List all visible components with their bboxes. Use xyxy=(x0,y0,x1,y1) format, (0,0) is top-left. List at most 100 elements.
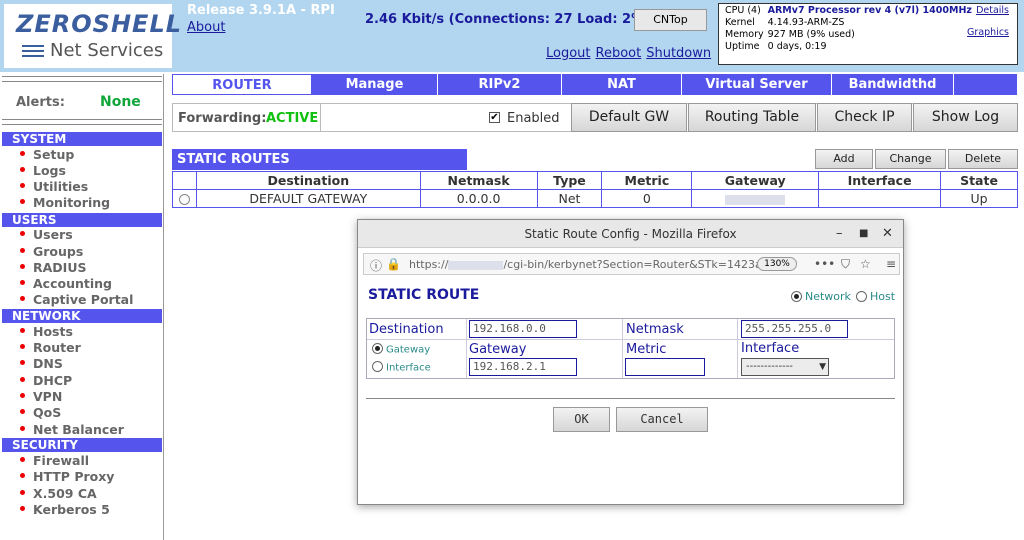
column-header[interactable]: Metric xyxy=(601,171,693,190)
interface-select[interactable]: ------------- ▼ xyxy=(741,358,829,376)
lock-warning-icon[interactable]: 🔒 xyxy=(386,257,401,271)
network-radio[interactable]: Network xyxy=(791,290,851,303)
sidebar-item-logs[interactable]: Logs xyxy=(20,164,66,178)
column-header[interactable]: Type xyxy=(536,171,603,190)
tab-router[interactable]: ROUTER xyxy=(172,74,312,95)
window-titlebar[interactable]: Static Route Config - Mozilla Firefox – … xyxy=(358,220,903,248)
more-icon[interactable]: ••• xyxy=(814,257,835,271)
interface-select-value: ------------- xyxy=(746,361,793,372)
sidebar-item-dns[interactable]: DNS xyxy=(20,357,63,371)
sidebar-item-firewall[interactable]: Firewall xyxy=(20,454,89,468)
sidebar-item-http-proxy[interactable]: HTTP Proxy xyxy=(20,470,114,484)
minimize-icon[interactable]: – xyxy=(836,226,843,241)
close-icon[interactable]: ✕ xyxy=(882,226,893,241)
tab-nat[interactable]: NAT xyxy=(562,74,682,95)
divider xyxy=(2,81,162,82)
zoom-level[interactable]: 130% xyxy=(757,257,797,271)
logo-subtitle: Net Services xyxy=(50,40,164,61)
gateway-radio[interactable]: Gateway xyxy=(372,343,430,356)
sidebar-item-hosts[interactable]: Hosts xyxy=(20,325,73,339)
kernel-label: Kernel xyxy=(725,17,755,28)
tab-bandwidthd[interactable]: Bandwidthd xyxy=(832,74,954,95)
url-path: /cgi-bin/kerbynet?Section=Router&STk=142… xyxy=(503,258,790,271)
routing-table-button[interactable]: Routing Table xyxy=(688,103,816,132)
header-bar: ZEROSHELL Net Services Release 3.9.1A - … xyxy=(0,0,1024,72)
about-link[interactable]: About xyxy=(187,20,225,35)
tab-virtual-server[interactable]: Virtual Server xyxy=(682,74,832,95)
info-icon[interactable]: ⓘ xyxy=(370,257,382,274)
netmask-input[interactable]: 255.255.255.0 xyxy=(741,320,848,338)
forwarding-status: ACTIVE xyxy=(266,111,319,126)
cntop-button[interactable]: CNTop xyxy=(634,9,707,31)
bookmark-star-icon[interactable]: ☆ xyxy=(860,257,871,271)
sidebar-item-radius[interactable]: RADIUS xyxy=(20,261,86,275)
sidebar-item-utilities[interactable]: Utilities xyxy=(20,180,88,194)
forwarding-label: Forwarding: xyxy=(178,111,267,126)
default-gw-button[interactable]: Default GW xyxy=(571,103,687,132)
alerts-value[interactable]: None xyxy=(100,94,141,110)
table-row[interactable]: DEFAULT GATEWAY 0.0.0.0 Net 0 Up xyxy=(172,189,1018,208)
column-header[interactable]: Destination xyxy=(195,171,421,190)
sidebar-item-net-balancer[interactable]: Net Balancer xyxy=(20,423,124,437)
column-header[interactable]: Netmask xyxy=(419,171,538,190)
tab-manage[interactable]: Manage xyxy=(312,74,438,95)
bullet-icon xyxy=(20,393,25,398)
change-button[interactable]: Change xyxy=(875,149,946,169)
sidebar-item-groups[interactable]: Groups xyxy=(20,245,83,259)
bullet-icon xyxy=(20,506,25,511)
uptime-label: Uptime xyxy=(725,41,760,52)
sidebar-item-dhcp[interactable]: DHCP xyxy=(20,374,72,388)
ok-button[interactable]: OK xyxy=(553,407,610,432)
column-header[interactable]: State xyxy=(940,171,1018,190)
check-ip-button[interactable]: Check IP xyxy=(817,103,912,132)
details-link[interactable]: Details xyxy=(976,5,1009,17)
sidebar-item-label: Kerberos 5 xyxy=(33,502,110,517)
sidebar-item-vpn[interactable]: VPN xyxy=(20,390,62,404)
metric-input[interactable] xyxy=(625,358,705,376)
sidebar-item-monitoring[interactable]: Monitoring xyxy=(20,196,110,210)
reboot-link[interactable]: Reboot xyxy=(596,46,642,61)
sidebar-item-setup[interactable]: Setup xyxy=(20,148,74,162)
alerts-label: Alerts: xyxy=(16,95,65,110)
pocket-icon[interactable]: ⛉ xyxy=(841,257,850,272)
column-header[interactable]: Interface xyxy=(818,171,942,190)
bullet-icon xyxy=(20,328,25,333)
sidebar-item-accounting[interactable]: Accounting xyxy=(20,277,112,291)
divider xyxy=(466,319,467,378)
delete-button[interactable]: Delete xyxy=(948,149,1018,169)
menu-icon[interactable]: ≡ xyxy=(886,257,896,271)
sidebar-item-qos[interactable]: QoS xyxy=(20,406,61,420)
graphics-link[interactable]: Graphics xyxy=(967,27,1009,39)
select-column-header xyxy=(172,171,197,190)
shutdown-link[interactable]: Shutdown xyxy=(646,46,711,61)
url-prefix: https:// xyxy=(409,258,449,271)
sidebar-item-captive-portal[interactable]: Captive Portal xyxy=(20,293,133,307)
interface-radio[interactable]: Interface xyxy=(372,361,431,374)
row-select-radio[interactable] xyxy=(172,189,197,208)
memory-label: Memory xyxy=(725,29,764,40)
divider xyxy=(2,119,162,120)
add-button[interactable]: Add xyxy=(815,149,873,169)
sidebar-item-x509-ca[interactable]: X.509 CA xyxy=(20,487,97,501)
bullet-icon xyxy=(20,344,25,349)
sidebar-item-kerberos[interactable]: Kerberos 5 xyxy=(20,503,110,517)
divider xyxy=(320,104,321,131)
divider xyxy=(622,319,623,378)
enabled-checkbox[interactable]: ✔ xyxy=(489,112,500,123)
cancel-button[interactable]: Cancel xyxy=(616,407,708,432)
bullet-icon xyxy=(20,490,25,495)
column-header[interactable]: Gateway xyxy=(691,171,820,190)
destination-input[interactable]: 192.168.0.0 xyxy=(469,320,577,338)
logout-link[interactable]: Logout xyxy=(546,46,591,61)
tab-ripv2[interactable]: RIPv2 xyxy=(438,74,562,95)
show-log-button[interactable]: Show Log xyxy=(913,103,1018,132)
divider xyxy=(2,124,162,125)
maximize-icon[interactable]: ■ xyxy=(859,228,868,239)
host-radio[interactable]: Host xyxy=(856,290,895,303)
gateway-input[interactable]: 192.168.2.1 xyxy=(469,358,577,376)
address-bar[interactable]: ⓘ 🔒 https:// /cgi-bin/kerbynet?Section=Ro… xyxy=(363,253,900,275)
sidebar-item-users[interactable]: Users xyxy=(20,228,73,242)
section-system: SYSTEM xyxy=(2,132,162,146)
sidebar-item-label: Router xyxy=(33,340,81,355)
sidebar-item-router[interactable]: Router xyxy=(20,341,81,355)
